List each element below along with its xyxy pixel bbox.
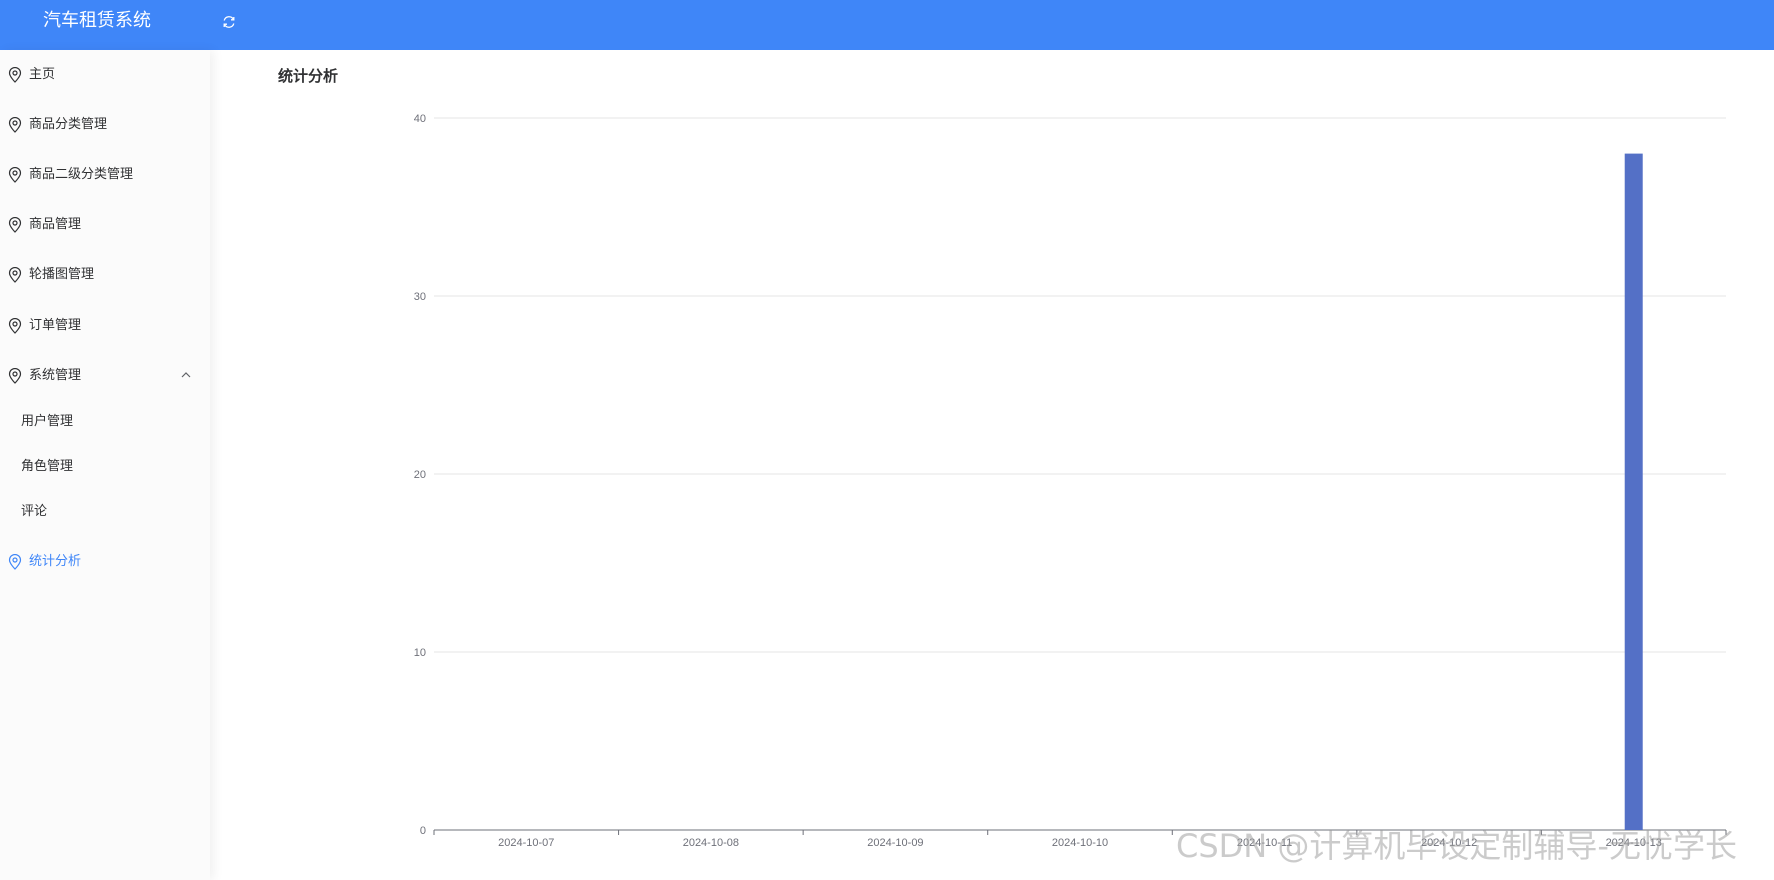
location-pin-icon <box>8 318 22 334</box>
sidebar-item-category[interactable]: 商品分类管理 <box>0 104 210 146</box>
sidebar-item-system[interactable]: 系统管理 <box>0 355 210 397</box>
app-title: 汽车租赁系统 <box>43 10 151 31</box>
watermark-text: CSDN @计算机毕设定制辅导-无忧学长 <box>1176 827 1737 865</box>
location-pin-icon <box>8 368 22 384</box>
bar-chart: 0 10 20 30 40 2024-10-07 2024-10-08 2024-10-09 2… <box>414 113 1727 849</box>
location-pin-icon <box>8 554 22 570</box>
sidebar-item-label: 商品二级分类管理 <box>29 167 134 182</box>
sidebar-item-label: 轮播图管理 <box>29 267 95 282</box>
submenu-item-label: 用户管理 <box>21 414 74 429</box>
bar <box>1624 153 1643 831</box>
top-header-bar: 汽车租赁系统 <box>0 0 1774 50</box>
sidebar-item-label: 统计分析 <box>29 554 82 569</box>
sidebar-item-label: 订单管理 <box>29 318 82 333</box>
location-pin-icon <box>8 167 22 183</box>
sidebar-item-label: 系统管理 <box>29 368 82 383</box>
location-pin-icon <box>8 117 22 133</box>
sidebar-item-label: 主页 <box>29 67 56 82</box>
submenu-item-users[interactable]: 用户管理 <box>0 402 210 442</box>
sidebar-item-label: 商品管理 <box>29 217 82 232</box>
sidebar-item-products[interactable]: 商品管理 <box>0 204 210 246</box>
sidebar-item-carousel[interactable]: 轮播图管理 <box>0 254 210 296</box>
sidebar-menu: 主页 商品分类管理 商品二级分类管理 商品管理 轮播图管理 订单管理 系统管理 … <box>0 50 210 880</box>
sidebar-item-subcategory[interactable]: 商品二级分类管理 <box>0 154 210 196</box>
x-tick-label: 2024-10-10 <box>1052 837 1108 849</box>
submenu-item-label: 评论 <box>21 504 48 519</box>
y-tick-label: 20 <box>414 469 426 481</box>
submenu-item-label: 角色管理 <box>21 459 74 474</box>
x-tick-label: 2024-10-08 <box>683 837 739 849</box>
sidebar-item-statistics[interactable]: 统计分析 <box>0 541 210 583</box>
sidebar-empty-area <box>0 589 210 880</box>
location-pin-icon <box>8 217 22 233</box>
y-tick-label: 40 <box>414 113 426 125</box>
location-pin-icon <box>8 267 22 283</box>
sidebar-item-orders[interactable]: 订单管理 <box>0 305 210 347</box>
submenu-item-comments[interactable]: 评论 <box>0 492 210 532</box>
x-tick-label: 2024-10-07 <box>498 837 554 849</box>
y-tick-label: 30 <box>414 291 426 303</box>
sidebar-item-home[interactable]: 主页 <box>0 54 210 96</box>
location-pin-icon <box>8 67 22 83</box>
sidebar-item-label: 商品分类管理 <box>29 117 108 132</box>
y-tick-label: 10 <box>414 647 426 659</box>
submenu-item-roles[interactable]: 角色管理 <box>0 447 210 487</box>
x-tick-label: 2024-10-09 <box>867 837 923 849</box>
refresh-icon[interactable] <box>221 14 237 30</box>
y-tick-label: 0 <box>420 825 426 837</box>
main-content: 统计分析 0 10 20 30 40 2024-10-07 2024-10-08 2024-1… <box>210 50 1774 880</box>
chevron-up-icon <box>181 372 191 378</box>
